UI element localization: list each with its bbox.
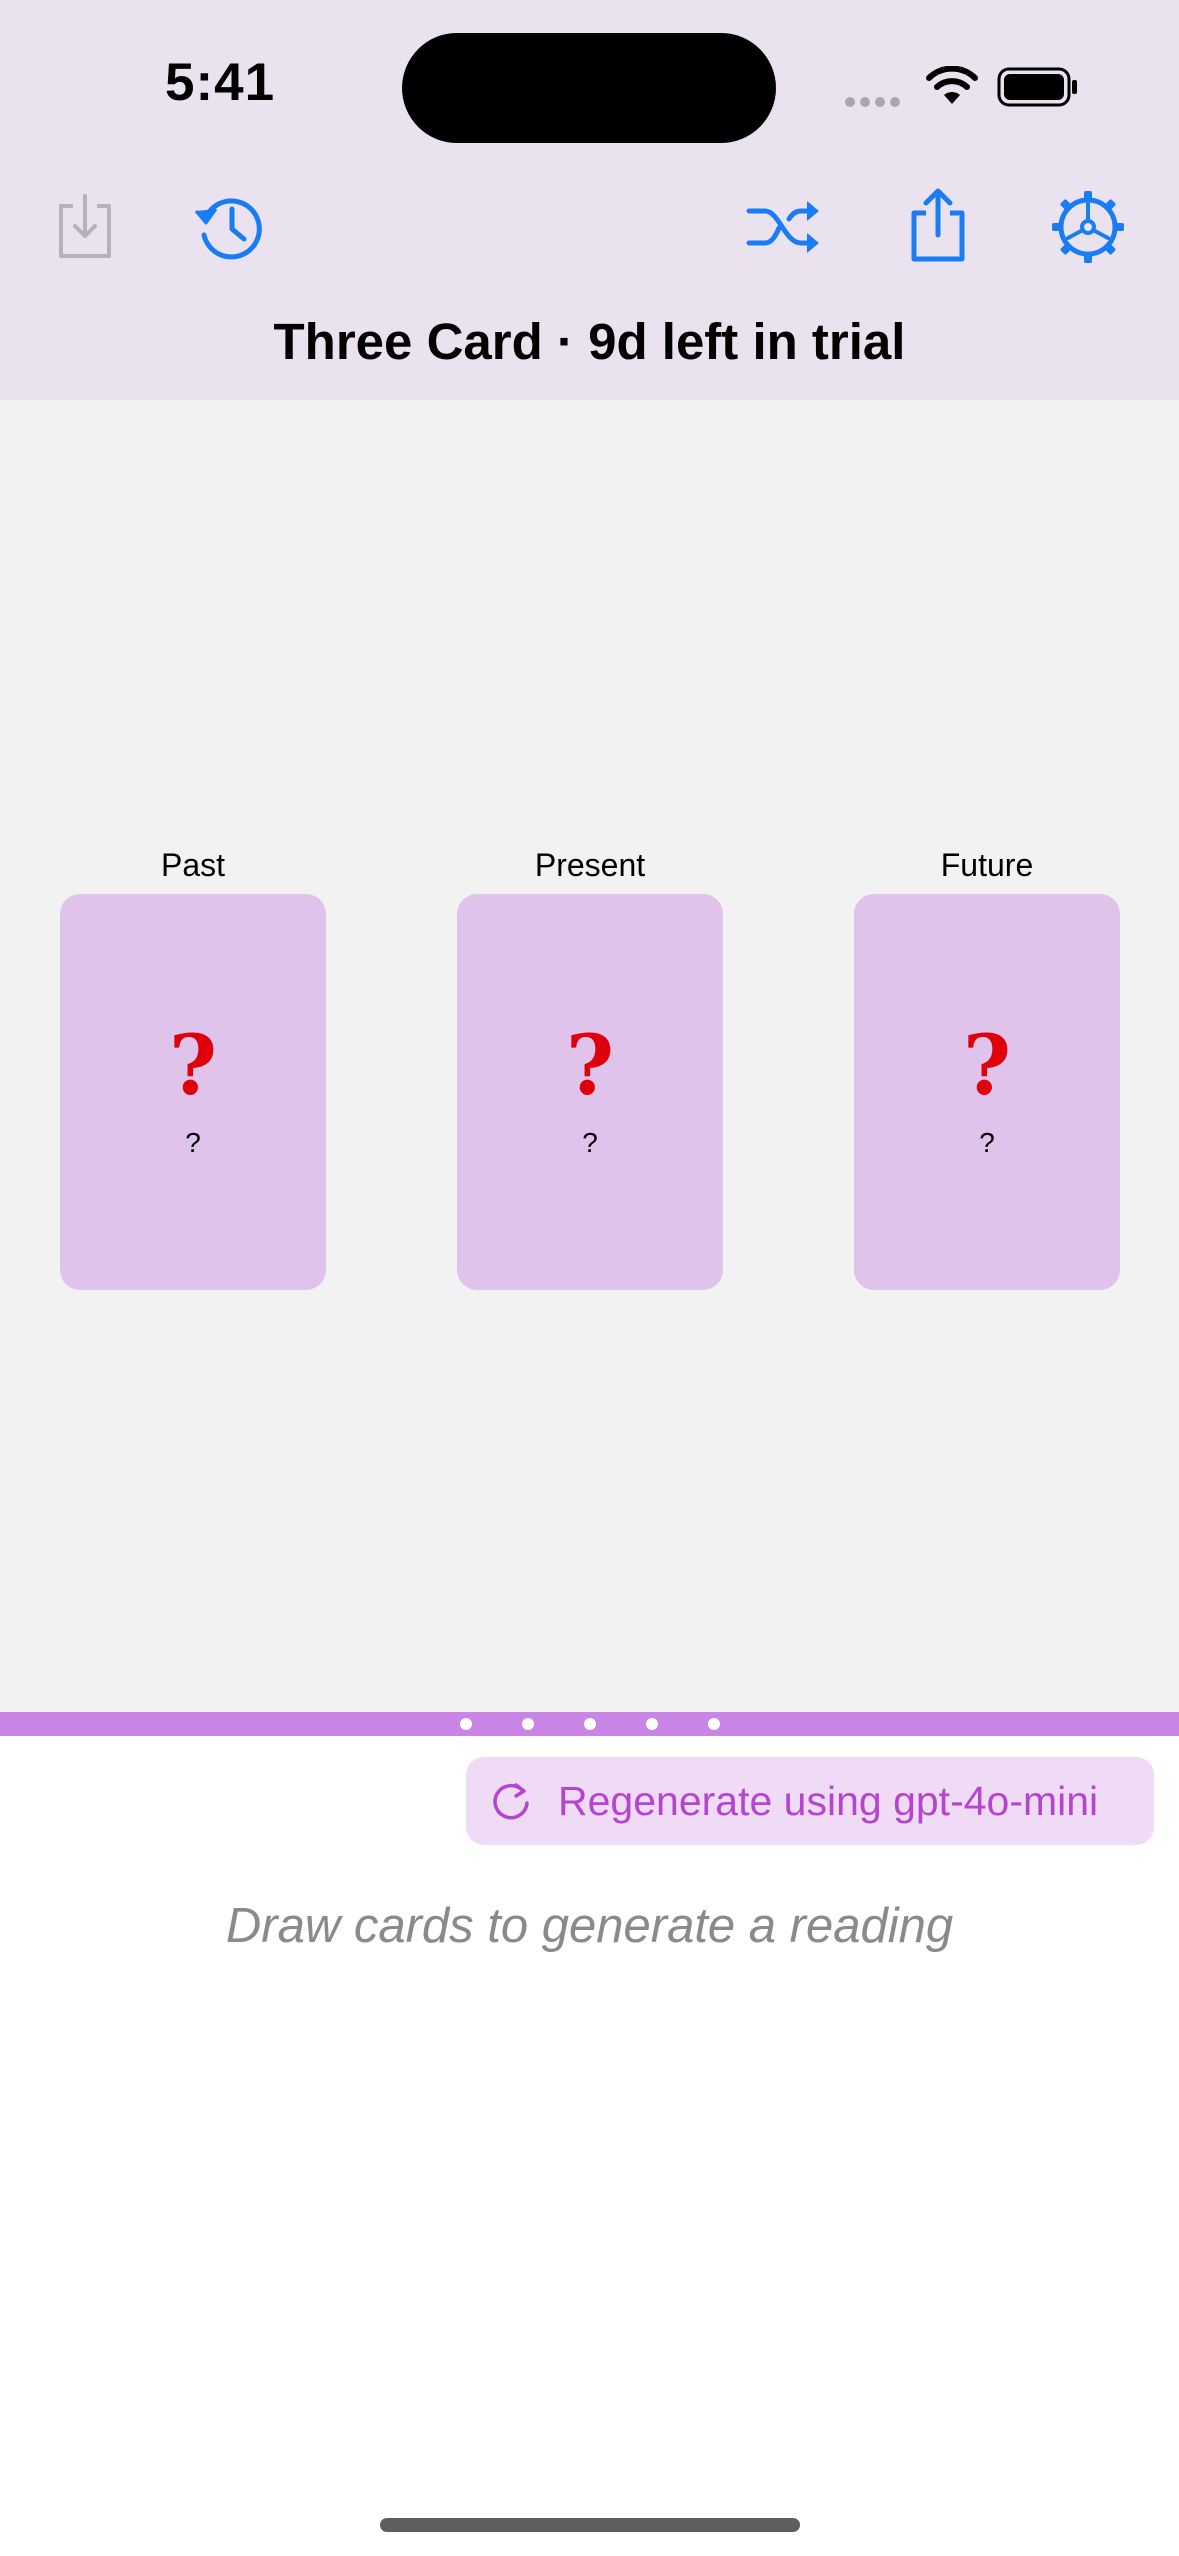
share-button[interactable]	[893, 180, 983, 270]
card-name: ?	[582, 1127, 598, 1158]
cellular-signal-icon	[845, 94, 905, 107]
share-icon	[911, 188, 965, 262]
tray-arrow-down-icon	[59, 194, 111, 258]
wifi-icon	[925, 65, 979, 111]
card-slot-past[interactable]: Past ? ?	[60, 840, 326, 1290]
card-position-label: Present	[534, 847, 646, 883]
shuffle-button[interactable]	[740, 182, 830, 272]
page-title: Three Card · 9d left in trial	[273, 313, 906, 370]
card-position-label: Future	[940, 847, 1034, 883]
card-question-mark: ?	[962, 1018, 1012, 1114]
card-slot-future[interactable]: Future ? ?	[854, 840, 1120, 1290]
tarot-card[interactable]: ? ?	[854, 894, 1120, 1290]
card-name: ?	[979, 1127, 995, 1158]
drag-handle-dots	[460, 1718, 720, 1730]
clock-history-icon	[194, 198, 262, 260]
battery-icon	[997, 67, 1079, 112]
settings-button[interactable]	[1043, 182, 1133, 272]
regenerate-label: Regenerate using gpt-4o-mini	[558, 1777, 1099, 1824]
card-slot-present[interactable]: Present ? ?	[457, 840, 723, 1290]
save-button[interactable]	[40, 182, 130, 272]
card-question-mark: ?	[168, 1018, 218, 1114]
dynamic-island	[402, 33, 776, 143]
tarot-card[interactable]: ? ?	[60, 894, 326, 1290]
card-question-mark: ?	[565, 1018, 615, 1114]
refresh-icon	[486, 1776, 536, 1826]
gear-icon	[1052, 191, 1124, 263]
history-button[interactable]	[185, 182, 275, 272]
home-indicator[interactable]	[380, 2518, 800, 2532]
status-time: 5:41	[165, 53, 276, 112]
shuffle-icon	[746, 201, 819, 253]
regenerate-button[interactable]: Regenerate using gpt-4o-mini	[466, 1757, 1154, 1845]
tarot-card[interactable]: ? ?	[457, 894, 723, 1290]
card-position-label: Past	[160, 847, 226, 883]
reading-placeholder: Draw cards to generate a reading	[225, 1899, 954, 1953]
card-name: ?	[185, 1127, 201, 1158]
